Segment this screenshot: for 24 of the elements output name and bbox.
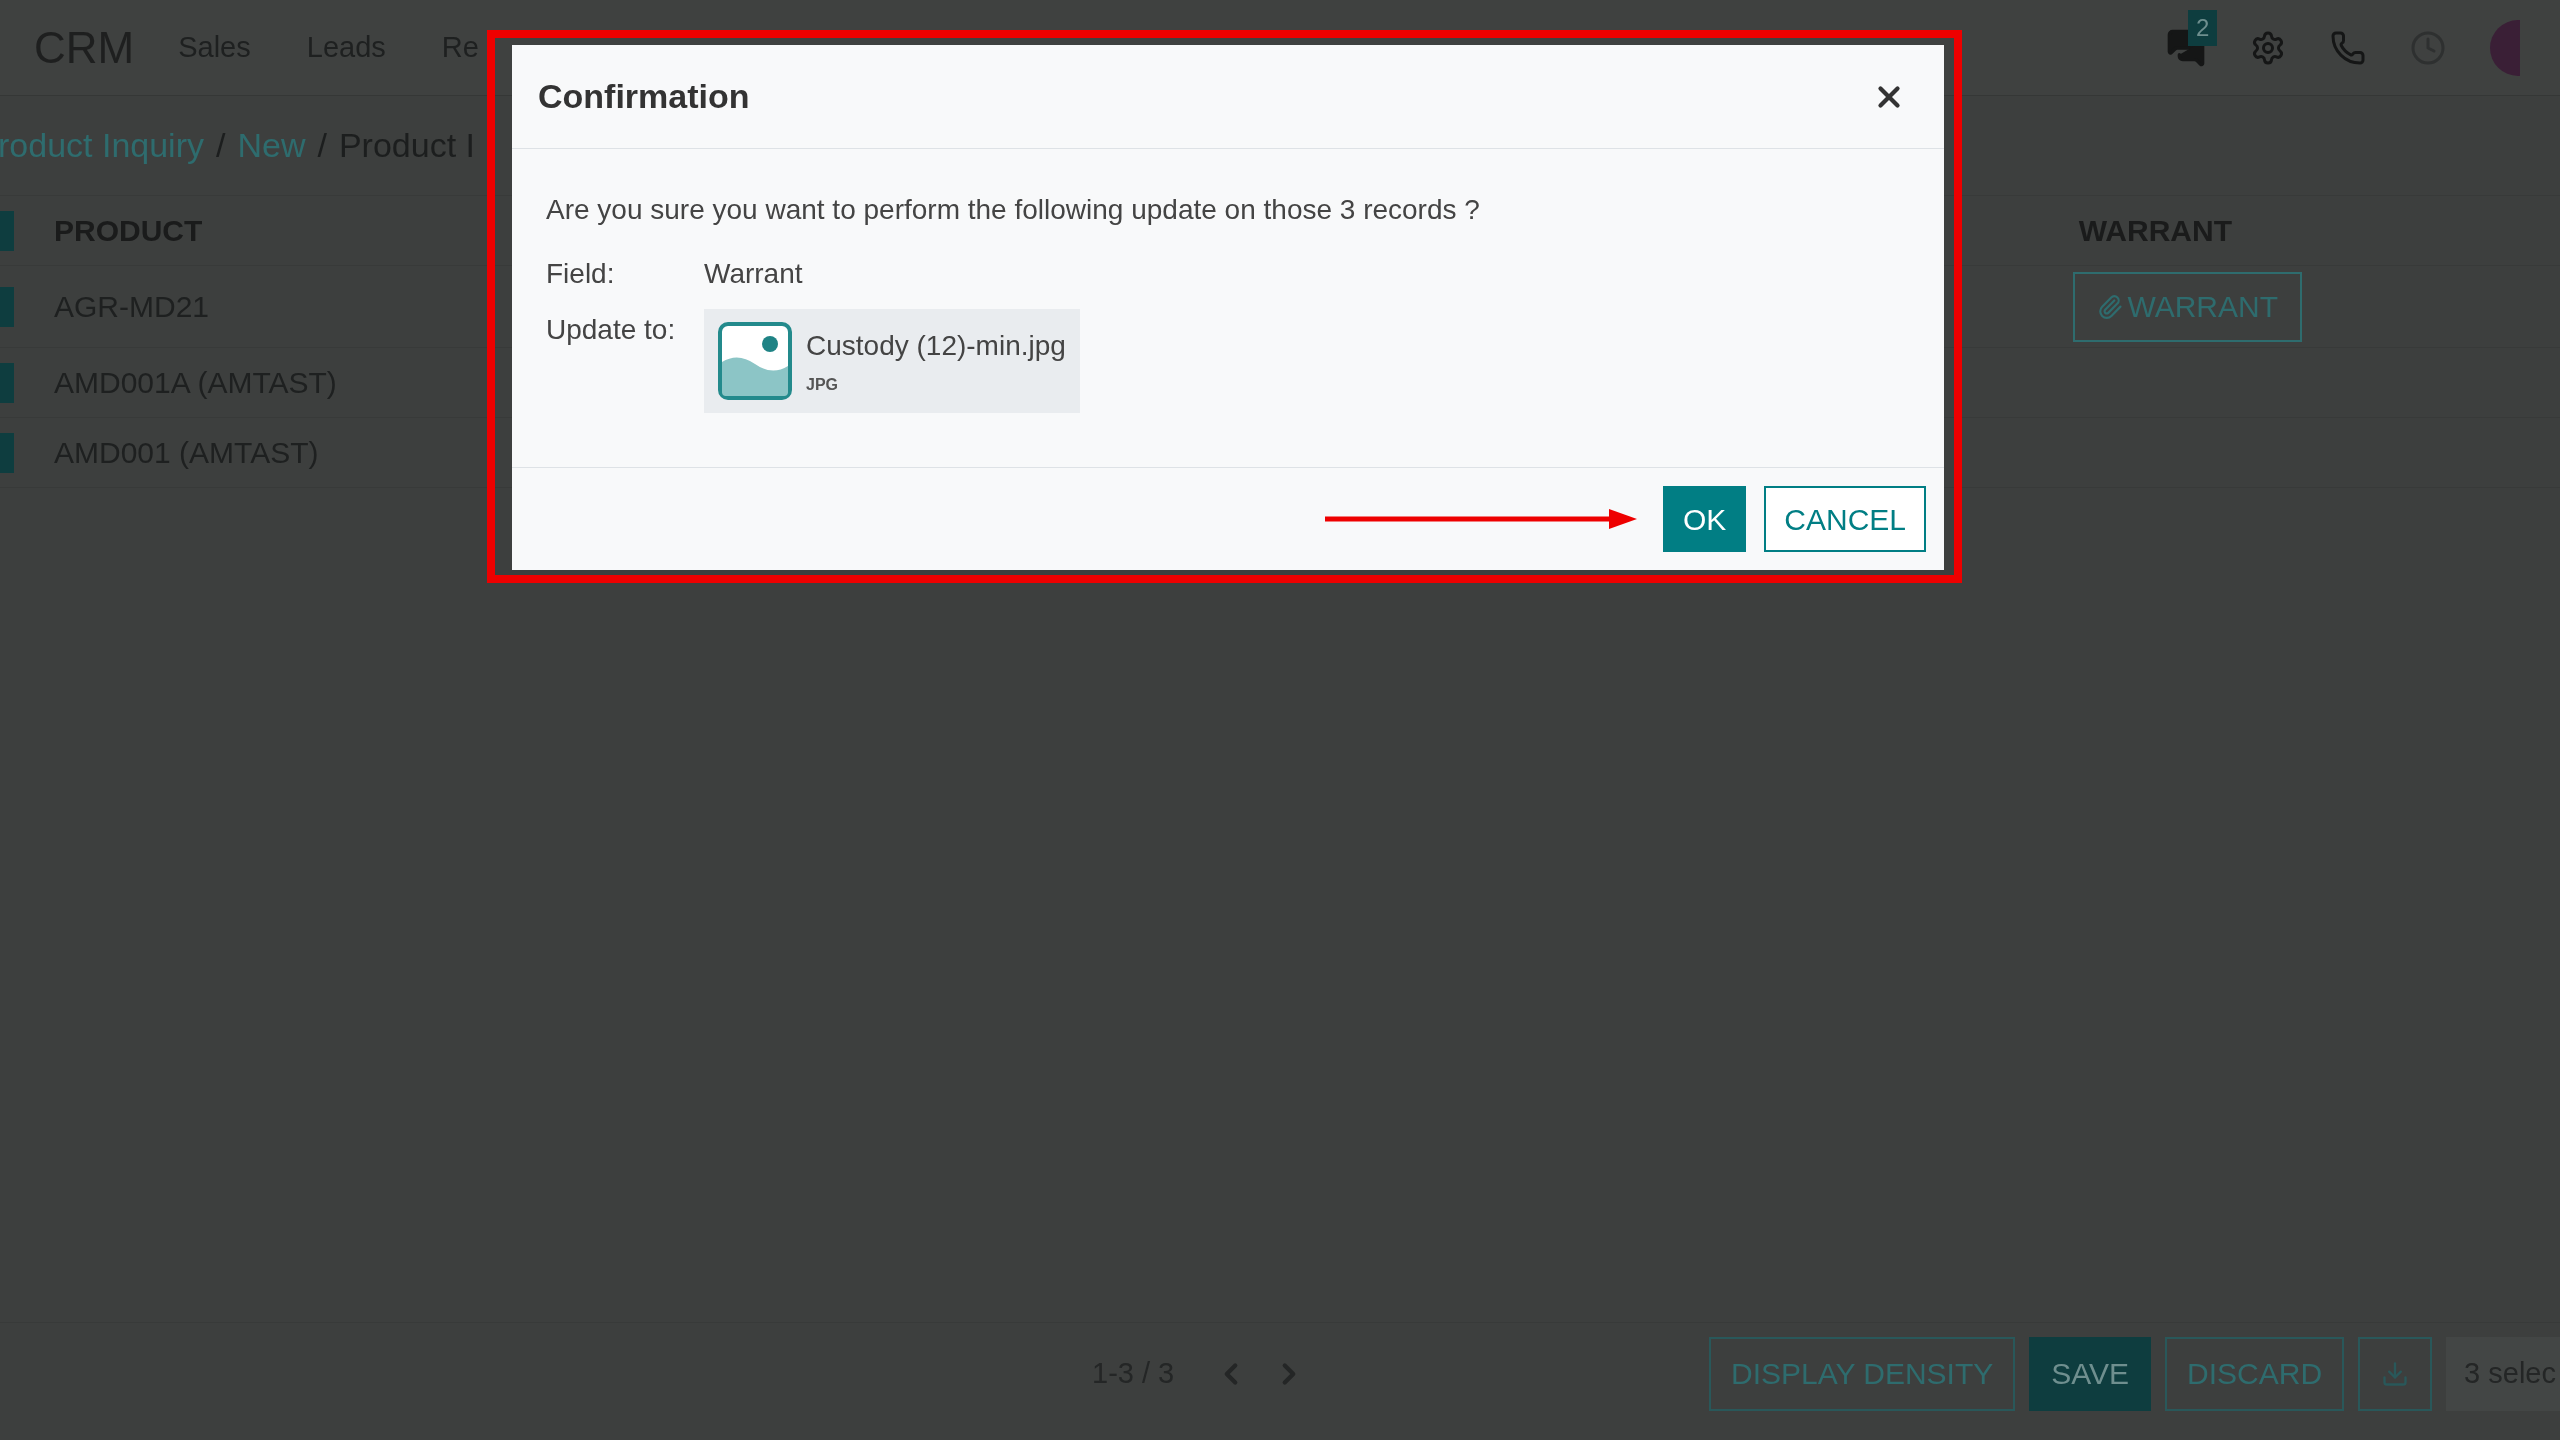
- image-file-icon: [718, 322, 792, 400]
- notification-badge: 2: [2188, 9, 2218, 46]
- breadcrumb-separator: /: [317, 125, 327, 166]
- row-checkbox[interactable]: [0, 432, 14, 473]
- dialog-message: Are you sure you want to perform the following update on those 3 records ?: [546, 193, 1481, 227]
- field-value: Warrant: [704, 257, 803, 291]
- row-checkbox[interactable]: [0, 286, 14, 327]
- dialog-title: Confirmation: [538, 76, 750, 117]
- paperclip-icon: [2097, 293, 2124, 320]
- settings-icon[interactable]: [2250, 29, 2286, 66]
- row-checkbox[interactable]: [0, 362, 14, 403]
- phone-icon[interactable]: [2330, 29, 2366, 66]
- file-name: Custody (12)-min.jpg: [806, 329, 1066, 363]
- field-label: Field:: [546, 257, 616, 291]
- dialog-button[interactable]: OK: [1662, 486, 1747, 552]
- dialog-button[interactable]: CANCEL: [1764, 486, 1926, 552]
- footer-button[interactable]: SAVE: [2029, 1336, 2152, 1411]
- file-attachment[interactable]: Custody (12)-min.jpg JPG: [704, 309, 1080, 413]
- download-button[interactable]: [2358, 1336, 2433, 1411]
- breadcrumb-separator: /: [216, 125, 226, 166]
- header-checkbox[interactable]: [0, 210, 14, 251]
- field-label: Update to:: [546, 313, 677, 347]
- file-type: JPG: [806, 375, 839, 395]
- download-icon: [2381, 1359, 2410, 1388]
